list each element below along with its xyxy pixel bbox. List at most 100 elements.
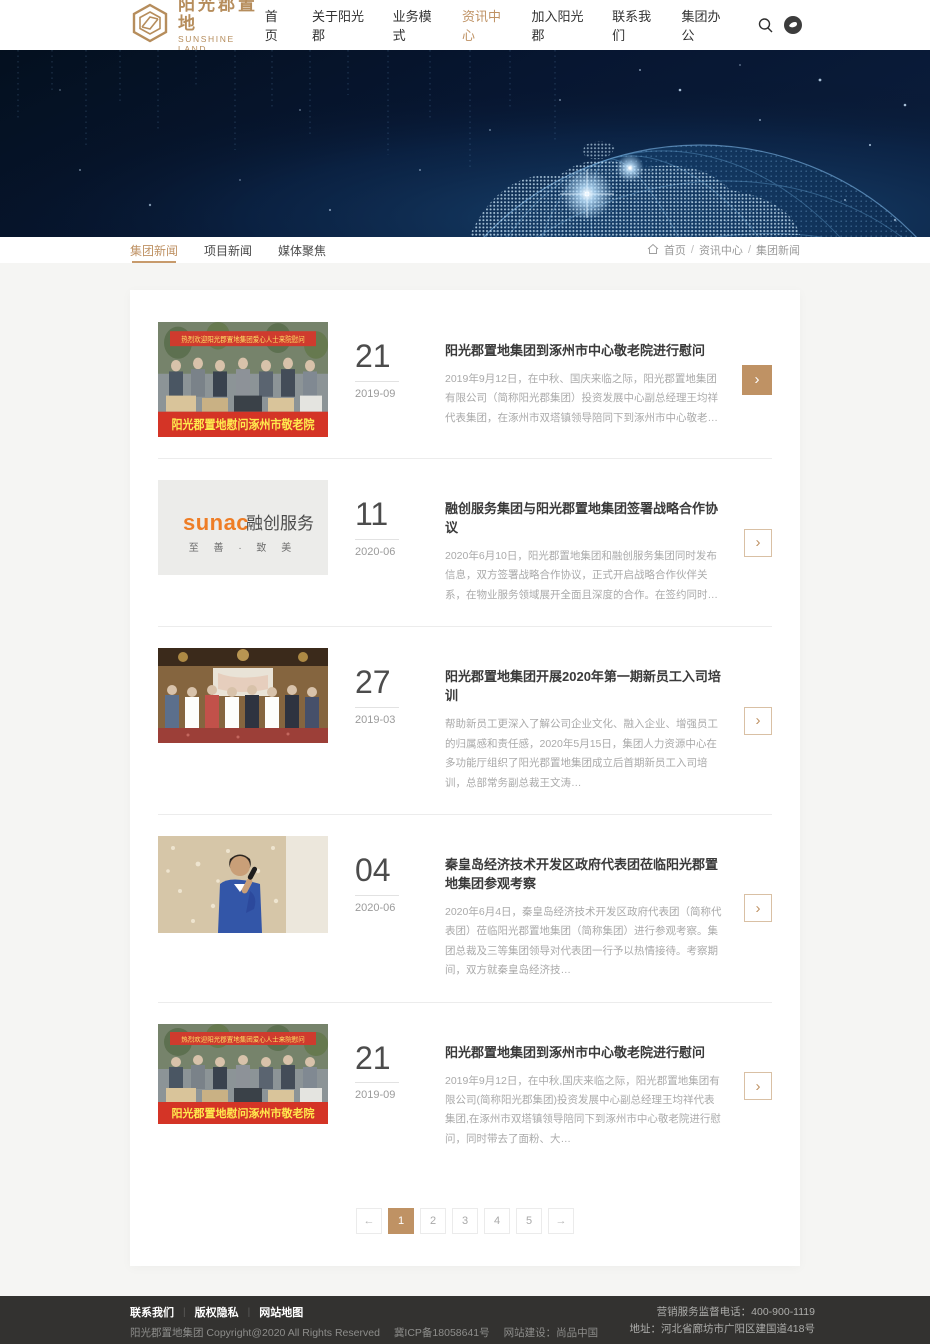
footer-phone: 营销服务监督电话：400-900-1119 [629, 1306, 815, 1319]
news-item: 27 2019-03 阳光郡置地集团开展2020年第一期新员工入司培训 帮助新员… [158, 648, 772, 815]
footer-separator: | [183, 1307, 186, 1318]
search-icon[interactable] [757, 17, 774, 34]
pagination-page-4[interactable]: 4 [484, 1208, 510, 1234]
thumb-banner-text: 阳光郡置地慰问涿州市敬老院 [172, 1106, 315, 1120]
chevron-right-icon: › [756, 1078, 761, 1095]
news-title[interactable]: 秦皇岛经济技术开发区政府代表团莅临阳光郡置地集团参观考察 [445, 854, 722, 892]
thumb-banner-text: 阳光郡置地慰问涿州市敬老院 [172, 417, 315, 432]
news-item: 热烈欢迎阳光郡置地集团爱心人士来院慰问 阳光郡置地慰问涿州市敬老院 [158, 1024, 772, 1171]
tab-group-news[interactable]: 集团新闻 [130, 237, 178, 263]
thumb-banner-text: 热烈欢迎阳光郡置地集团爱心人士来院慰问 [181, 335, 304, 345]
news-day: 21 [355, 1042, 413, 1076]
news-item: 04 2020-06 秦皇岛经济技术开发区政府代表团莅临阳光郡置地集团参观考察 … [158, 836, 772, 1003]
footer-icp[interactable]: 冀ICP备18058641号 [394, 1325, 490, 1340]
tab-project-news[interactable]: 项目新闻 [204, 237, 252, 263]
news-tabbar: 集团新闻 项目新闻 媒体聚焦 首页 / 资讯中心 / 集团新闻 [0, 237, 930, 263]
main-nav: 首页 关于阳光郡 业务模式 资讯中心 加入阳光郡 联系我们 集团办公 [265, 0, 802, 50]
thumb-banner-text: 热烈欢迎阳光郡置地集团爱心人士来院慰问 [181, 1034, 305, 1043]
main-content: 热烈欢迎阳光郡置地集团爱心人士来院慰问 阳光郡置地慰问涿州市敬老院 [0, 263, 930, 1296]
pagination: ← 1 2 3 4 5 → [158, 1208, 772, 1234]
chevron-right-icon: › [756, 712, 761, 729]
sunac-cn: 融创服务 [246, 514, 314, 533]
news-arrow-button[interactable]: › [744, 529, 772, 557]
hero-banner [0, 50, 930, 237]
nav-business[interactable]: 业务模式 [393, 0, 437, 50]
news-date: 21 2019-09 [355, 1042, 413, 1102]
news-date: 27 2019-03 [355, 666, 413, 726]
tab-media-focus[interactable]: 媒体聚焦 [278, 237, 326, 263]
news-item: sunac 融创服务 至 善 · 致 美 11 2020-06 融创服务集团与阳… [158, 480, 772, 627]
pagination-page-1[interactable]: 1 [388, 1208, 414, 1234]
footer-address: 地址：河北省廊坊市广阳区建国道418号 [629, 1323, 815, 1336]
brand-hexagon-icon [130, 3, 170, 48]
chevron-right-icon: › [756, 900, 761, 917]
news-thumbnail-speaker[interactable] [158, 836, 328, 933]
date-divider [355, 707, 399, 708]
news-day: 21 [355, 340, 413, 374]
pagination-page-5[interactable]: 5 [516, 1208, 542, 1234]
breadcrumb-home[interactable]: 首页 [664, 242, 686, 258]
news-date: 11 2020-06 [355, 498, 413, 558]
news-title[interactable]: 阳光郡置地集团到涿州市中心敬老院进行慰问 [445, 340, 720, 359]
breadcrumb-news-center[interactable]: 资讯中心 [699, 242, 743, 258]
site-footer: 联系我们 | 版权隐私 | 网站地图 阳光郡置地集团 Copyright@202… [0, 1296, 930, 1344]
news-excerpt: 2019年9月12日，在中秋、国庆来临之际，阳光郡置地集团有限公司（简称阳光郡集… [445, 370, 720, 428]
news-arrow-button[interactable]: › [744, 894, 772, 922]
home-icon [647, 243, 659, 258]
news-title[interactable]: 融创服务集团与阳光郡置地集团签署战略合作协议 [445, 498, 722, 536]
nav-about[interactable]: 关于阳光郡 [312, 0, 368, 50]
chevron-right-icon: › [756, 534, 761, 551]
news-title[interactable]: 阳光郡置地集团到涿州市中心敬老院进行慰问 [445, 1042, 722, 1061]
news-excerpt: 2019年9月12日，在中秋,国庆来临之际，阳光郡置地集团有限公司(简称阳光郡集… [445, 1072, 722, 1150]
news-month: 2019-09 [355, 1089, 413, 1101]
sunac-slogan: 至 善 · 致 美 [189, 541, 297, 554]
digital-globe-illustration [0, 50, 930, 237]
news-excerpt: 帮助新员工更深入了解公司企业文化、融入企业、增强员工的归属感和责任感，2020年… [445, 715, 722, 793]
footer-link-copyright-privacy[interactable]: 版权隐私 [195, 1304, 239, 1320]
footer-builder[interactable]: 网站建设：尚品中国 [504, 1325, 599, 1340]
news-month: 2020-06 [355, 546, 413, 558]
news-day: 11 [355, 498, 413, 532]
news-day: 04 [355, 854, 413, 888]
nav-home[interactable]: 首页 [265, 0, 287, 50]
breadcrumb-separator: / [691, 244, 694, 256]
news-title[interactable]: 阳光郡置地集团开展2020年第一期新员工入司培训 [445, 666, 722, 704]
date-divider [355, 381, 399, 382]
footer-link-contact[interactable]: 联系我们 [130, 1304, 174, 1320]
news-thumbnail-nursing-home[interactable]: 热烈欢迎阳光郡置地集团爱心人士来院慰问 阳光郡置地慰问涿州市敬老院 [158, 322, 328, 437]
news-excerpt: 2020年6月10日，阳光郡置地集团和融创服务集团同时发布信息，双方签署战略合作… [445, 547, 722, 605]
footer-separator: | [248, 1307, 251, 1318]
nav-group-office[interactable]: 集团办公 [682, 0, 726, 50]
news-date: 04 2020-06 [355, 854, 413, 914]
news-thumbnail-nursing-home[interactable]: 热烈欢迎阳光郡置地集团爱心人士来院慰问 阳光郡置地慰问涿州市敬老院 [158, 1024, 328, 1124]
date-divider [355, 895, 399, 896]
news-month: 2019-09 [355, 388, 413, 400]
pagination-next-button[interactable]: → [548, 1208, 574, 1234]
news-thumbnail-sunac-logo[interactable]: sunac 融创服务 至 善 · 致 美 [158, 480, 328, 575]
globe-icon[interactable] [784, 16, 802, 34]
news-arrow-button[interactable]: › [744, 707, 772, 735]
pagination-page-2[interactable]: 2 [420, 1208, 446, 1234]
news-arrow-button[interactable]: › [742, 365, 772, 395]
news-month: 2019-03 [355, 714, 413, 726]
news-thumbnail-training[interactable] [158, 648, 328, 743]
breadcrumb-group-news[interactable]: 集团新闻 [756, 242, 800, 258]
pagination-prev-button[interactable]: ← [356, 1208, 382, 1234]
date-divider [355, 539, 399, 540]
news-arrow-button[interactable]: › [744, 1072, 772, 1100]
nav-contact[interactable]: 联系我们 [612, 0, 656, 50]
news-date: 21 2019-09 [355, 340, 413, 400]
footer-copyright: 阳光郡置地集团 Copyright@2020 All Rights Reserv… [130, 1325, 380, 1340]
news-item: 热烈欢迎阳光郡置地集团爱心人士来院慰问 阳光郡置地慰问涿州市敬老院 [158, 322, 772, 459]
nav-join[interactable]: 加入阳光郡 [532, 0, 588, 50]
chevron-right-icon: › [755, 371, 760, 388]
footer-link-sitemap[interactable]: 网站地图 [259, 1304, 303, 1320]
breadcrumb-separator: / [748, 244, 751, 256]
sunac-wordmark: sunac [183, 510, 249, 535]
brand-logo[interactable]: 阳光郡置地 SUNSHINE LAND [130, 0, 265, 54]
site-header: 阳光郡置地 SUNSHINE LAND 首页 关于阳光郡 业务模式 资讯中心 加… [0, 0, 930, 50]
nav-news-center[interactable]: 资讯中心 [462, 0, 506, 50]
news-month: 2020-06 [355, 902, 413, 914]
brand-name-cn: 阳光郡置地 [178, 0, 265, 34]
pagination-page-3[interactable]: 3 [452, 1208, 478, 1234]
